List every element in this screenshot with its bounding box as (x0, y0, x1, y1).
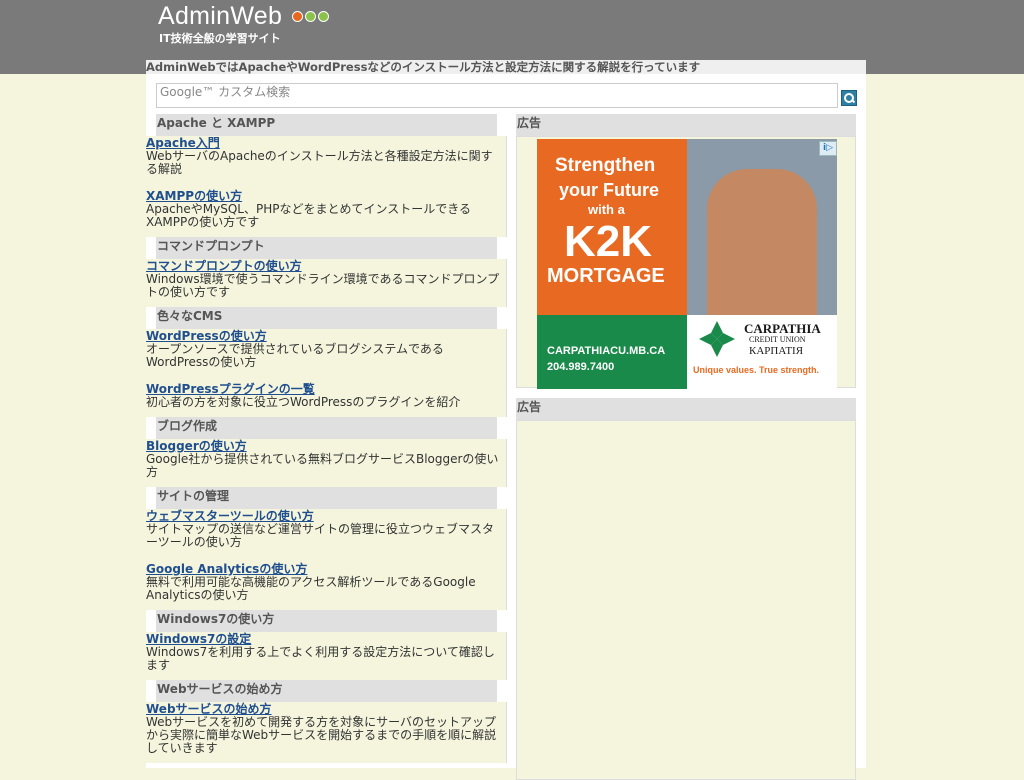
category-title: Windows7の使い方 (156, 610, 497, 632)
category-blog: ブログ作成 Bloggerの使い方 Google社から提供されている無料ブログサ… (146, 417, 507, 487)
list-item: Apache入門 WebサーバのApacheのインストール方法と各種設定方法に関… (146, 137, 506, 176)
ad-headline: MORTGAGE (547, 265, 665, 287)
list-item: WordPressの使い方 オープンソースで提供されているブログシステムであるW… (146, 330, 506, 369)
list-item: Bloggerの使い方 Google社から提供されている無料ブログサービスBlo… (146, 440, 506, 479)
couple-image (707, 169, 817, 319)
list-item: コマンドプロンプトの使い方 Windows環境で使うコマンドライン環境であるコマ… (146, 260, 506, 299)
category-body: コマンドプロンプトの使い方 Windows環境で使うコマンドライン環境であるコマ… (146, 259, 507, 307)
list-item: WordPressプラグインの一覧 初心者の方を対象に役立つWordPressの… (146, 383, 506, 409)
site-description: AdminWebではApacheやWordPressなどのインストール方法と設定… (146, 60, 866, 74)
green-dot (318, 11, 329, 22)
site-tagline: IT技術全般の学習サイト (159, 32, 281, 45)
logo-dots (292, 11, 331, 25)
ad-label: 広告 (516, 114, 856, 136)
ad-brand-cyrillic: КАРПАТІЯ (749, 345, 804, 357)
site-logo[interactable]: AdminWeb (158, 2, 282, 31)
category-cms: 色々なCMS WordPressの使い方 オープンソースで提供されているブログシ… (146, 307, 507, 417)
ad-headline: Strengthen (555, 155, 656, 176)
ad-phone: 204.989.7400 (547, 361, 615, 373)
list-item: Google Analyticsの使い方 無料で利用可能な高機能のアクセス解析ツ… (146, 563, 506, 602)
category-title: Apache と XAMPP (156, 114, 497, 136)
category-body: ウェブマスターツールの使い方 サイトマップの送信など運営サイトの管理に役立つウェ… (146, 509, 507, 610)
category-web-service: Webサービスの始め方 Webサービスの始め方 Webサービスを初めて開発する方… (146, 680, 507, 763)
category-command-prompt: コマンドプロンプト コマンドプロンプトの使い方 Windows環境で使うコマンド… (146, 237, 507, 307)
ad-info-icon[interactable]: i▷ (819, 141, 837, 156)
ad-headline: K2K (564, 217, 653, 266)
carpathia-logo-icon (699, 321, 735, 357)
category-body: Apache入門 WebサーバのApacheのインストール方法と各種設定方法に関… (146, 136, 507, 237)
ad-label: 広告 (516, 398, 856, 420)
category-title: コマンドプロンプト (156, 237, 497, 259)
category-body: Webサービスの始め方 Webサービスを初めて開発する方を対象にサーバのセットア… (146, 702, 507, 763)
category-title: サイトの管理 (156, 487, 497, 509)
category-title: Webサービスの始め方 (156, 680, 497, 702)
article-desc: Windows環境で使うコマンドライン環境であるコマンドプロンプトの使い方です (146, 272, 500, 299)
ad-frame: Strengthen your Future with a K2K MORTGA… (516, 136, 856, 389)
category-body: Windows7の設定 Windows7を利用する上でよく利用する設定方法につい… (146, 632, 507, 680)
list-item: ウェブマスターツールの使い方 サイトマップの送信など運営サイトの管理に役立つウェ… (146, 510, 506, 549)
ad-brand-sub: CREDIT UNION (749, 335, 806, 344)
category-body: WordPressの使い方 オープンソースで提供されているブログシステムであるW… (146, 329, 507, 417)
category-title: 色々なCMS (156, 307, 497, 329)
ad-frame-empty (516, 420, 856, 780)
category-list: Apache と XAMPP Apache入門 WebサーバのApacheのイン… (146, 114, 507, 763)
ad-banner[interactable]: Strengthen your Future with a K2K MORTGA… (537, 139, 837, 389)
site-header: AdminWeb IT技術全般の学習サイト (146, 0, 866, 60)
ad-slogan: Unique values. True strength. (693, 365, 820, 375)
page: AdminWeb IT技術全般の学習サイト AdminWebではApacheやW… (146, 0, 866, 780)
article-desc: 無料で利用可能な高機能のアクセス解析ツールであるGoogle Analytics… (146, 575, 476, 602)
list-item: XAMPPの使い方 ApacheやMySQL、PHPなどをまとめてインストールで… (146, 190, 506, 229)
search-button[interactable] (841, 90, 857, 106)
ad-url: CARPATHIACU.MB.CA (547, 345, 666, 357)
list-item: Windows7の設定 Windows7を利用する上でよく利用する設定方法につい… (146, 633, 506, 672)
orange-dot (292, 11, 303, 22)
article-desc: サイトマップの送信など運営サイトの管理に役立つウェブマスターツールの使い方 (146, 522, 495, 549)
green-dot (305, 11, 316, 22)
ad-headline: with a (588, 202, 625, 217)
category-apache: Apache と XAMPP Apache入門 WebサーバのApacheのイン… (146, 114, 507, 237)
list-item: Webサービスの始め方 Webサービスを初めて開発する方を対象にサーバのセットア… (146, 703, 506, 755)
category-site-admin: サイトの管理 ウェブマスターツールの使い方 サイトマップの送信など運営サイトの管… (146, 487, 507, 610)
article-desc: Windows7を利用する上でよく利用する設定方法について確認します (146, 645, 495, 672)
category-windows7: Windows7の使い方 Windows7の設定 Windows7を利用する上で… (146, 610, 507, 680)
article-desc: 初心者の方を対象に役立つWordPressのプラグインを紹介 (146, 395, 461, 409)
article-desc: ApacheやMySQL、PHPなどをまとめてインストールできるXAMPPの使い… (146, 202, 471, 229)
ad-column: 広告 Strengthen your Future with a K2K MOR… (516, 114, 856, 780)
search-icon-handle (850, 98, 856, 104)
search-input[interactable]: Google™ カスタム検索 (156, 83, 838, 108)
article-desc: オープンソースで提供されているブログシステムであるWordPressの使い方 (146, 342, 444, 369)
category-body: Bloggerの使い方 Google社から提供されている無料ブログサービスBlo… (146, 439, 507, 487)
article-desc: WebサーバのApacheのインストール方法と各種設定方法に関する解説 (146, 149, 493, 176)
category-title: ブログ作成 (156, 417, 497, 439)
article-desc: Webサービスを初めて開発する方を対象にサーバのセットアップから実際に簡単なWe… (146, 715, 497, 755)
article-desc: Google社から提供されている無料ブログサービスBloggerの使い方 (146, 452, 499, 479)
ad-headline: your Future (559, 180, 660, 200)
